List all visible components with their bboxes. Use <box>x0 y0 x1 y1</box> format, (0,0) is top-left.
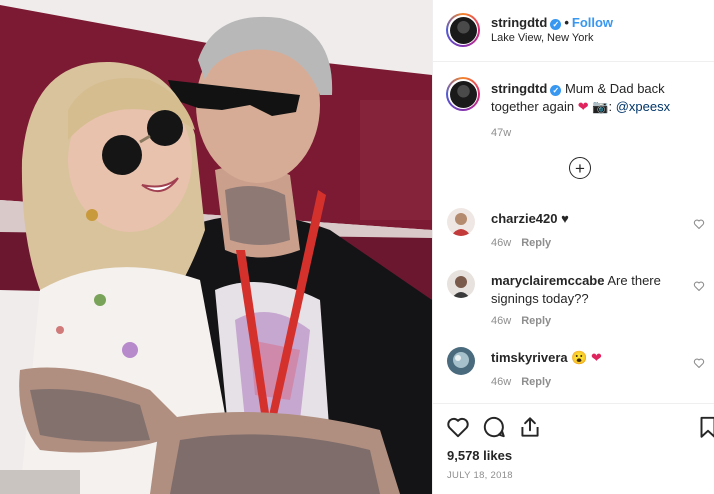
load-more-comments-button[interactable]: + <box>569 157 591 179</box>
comment-meta: 46w Reply <box>491 315 551 327</box>
bookmark-icon[interactable] <box>695 414 714 440</box>
camera-emoji: 📷 <box>592 99 609 114</box>
author-username-row: stringdtd ✓ • Follow <box>491 15 613 30</box>
caption-timestamp[interactable]: 47w <box>491 127 511 139</box>
verified-badge-icon: ✓ <box>550 19 562 30</box>
share-icon[interactable] <box>517 414 543 440</box>
comment-username[interactable]: maryclairemccabe <box>491 273 604 288</box>
separator-dot: • <box>564 15 569 30</box>
comment-meta: 46w Reply <box>491 376 551 388</box>
comment-meta: 46w Reply <box>491 237 551 249</box>
commenter-avatar[interactable] <box>447 270 475 298</box>
add-circle-icon: + <box>575 158 585 178</box>
caption-text: stringdtd ✓ Mum & Dad back together again… <box>491 80 701 116</box>
post-header: stringdtd ✓ • Follow Lake View, New York <box>433 0 714 62</box>
author-avatar[interactable] <box>446 13 480 47</box>
comment-item: charzie420 ♥ 46w Reply <box>433 208 714 278</box>
location-link[interactable]: Lake View, New York <box>491 32 594 44</box>
commenter-avatar[interactable] <box>447 347 475 375</box>
post-photo-illustration <box>0 0 432 494</box>
comment-body: 😮 ❤ <box>571 350 602 365</box>
comment-username[interactable]: charzie420 <box>491 211 558 226</box>
author-username[interactable]: stringdtd <box>491 15 547 30</box>
comment-item: maryclairemccabe Are there signings toda… <box>433 270 714 340</box>
heart-outline-icon[interactable] <box>693 357 705 369</box>
heart-outline-icon[interactable] <box>445 414 471 440</box>
caption-mention-link[interactable]: @xpeesx <box>616 99 670 114</box>
post-photo[interactable] <box>0 0 432 494</box>
verified-badge-icon: ✓ <box>550 85 562 96</box>
commenter-avatar[interactable] <box>447 208 475 236</box>
caption-avatar[interactable] <box>446 77 480 111</box>
comment-body: ♥ <box>561 211 569 226</box>
comment-time[interactable]: 46w <box>491 376 511 388</box>
heart-outline-icon[interactable] <box>693 218 705 230</box>
comment-time[interactable]: 46w <box>491 237 511 249</box>
reply-button[interactable]: Reply <box>521 376 551 388</box>
caption-colon: : <box>608 99 613 114</box>
comment-text: maryclairemccabe Are there signings toda… <box>491 272 687 308</box>
comment-text: charzie420 ♥ <box>491 210 687 228</box>
reply-button[interactable]: Reply <box>521 315 551 327</box>
heart-emoji: ❤ <box>577 99 589 114</box>
comment-text: timskyrivera 😮 ❤ <box>491 349 687 367</box>
reply-button[interactable]: Reply <box>521 237 551 249</box>
comment-icon[interactable] <box>481 414 507 440</box>
comment-time[interactable]: 46w <box>491 315 511 327</box>
post-date[interactable]: JULY 18, 2018 <box>447 470 513 481</box>
likes-count[interactable]: 9,578 likes <box>447 448 512 463</box>
post-actions: 9,578 likes JULY 18, 2018 <box>433 403 714 494</box>
comment-username[interactable]: timskyrivera <box>491 350 568 365</box>
post-side-panel: stringdtd ✓ • Follow Lake View, New York st… <box>432 0 714 494</box>
caption-username[interactable]: stringdtd <box>491 81 547 96</box>
follow-button[interactable]: Follow <box>572 15 613 30</box>
heart-outline-icon[interactable] <box>693 280 705 292</box>
